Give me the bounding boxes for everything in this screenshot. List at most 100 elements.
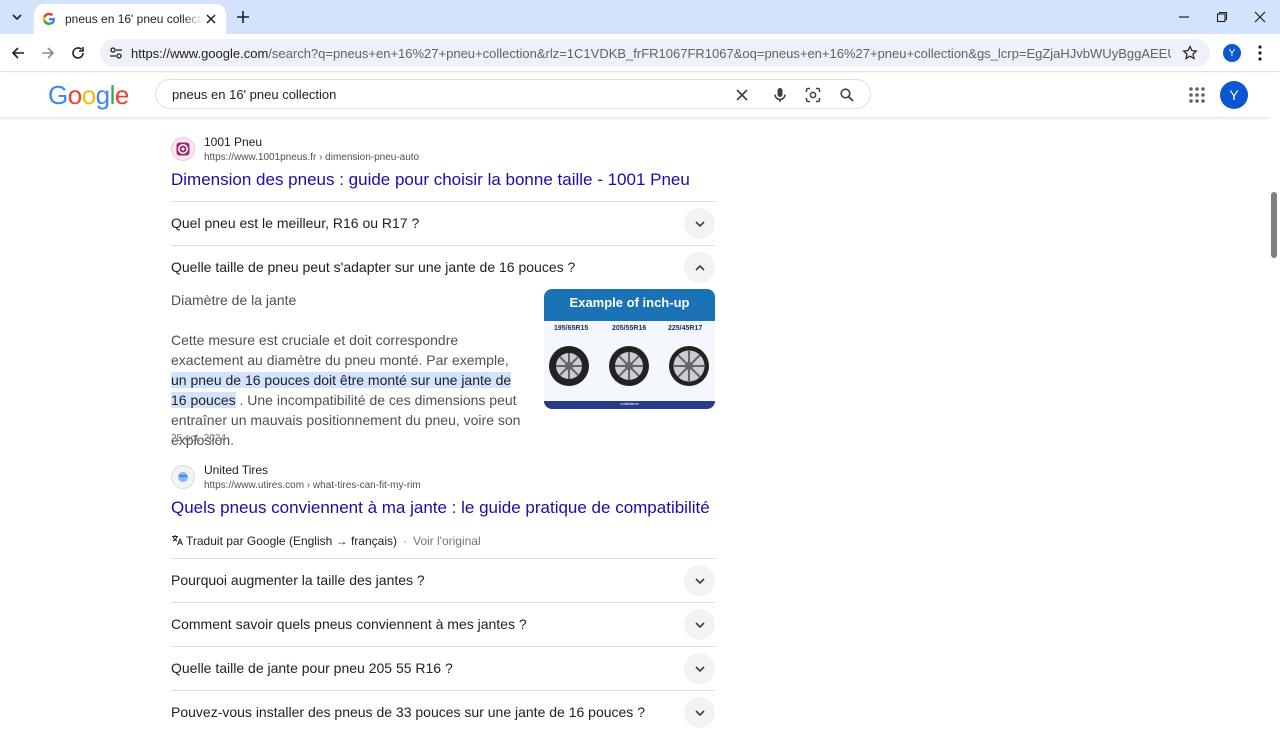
faq-item[interactable]: Comment savoir quels pneus conviennent à…: [171, 602, 715, 646]
site-settings-icon[interactable]: [108, 45, 124, 61]
faq-item[interactable]: Pouvez-vous installer des pneus de 33 po…: [171, 690, 715, 734]
result-source[interactable]: 1001 Pneu https://www.1001pneus.fr › dim…: [171, 135, 715, 171]
faq-toggle-button[interactable]: [684, 565, 715, 596]
chevron-down-icon: [694, 577, 705, 584]
google-apps-icon[interactable]: [1188, 86, 1206, 104]
site-favicon-icon: [171, 465, 195, 489]
scrollbar-thumb[interactable]: [1271, 192, 1277, 258]
browser-tab-active[interactable]: pneus en 16' pneu collection - Recherche…: [34, 4, 226, 34]
answer-text: Cette mesure est cruciale et doit corres…: [171, 332, 509, 368]
answer-thumbnail[interactable]: Example of inch-up 195/65R15 205/55R16 2…: [544, 289, 715, 409]
faq-item[interactable]: Quel pneu est le meilleur, R16 ou R17 ?: [171, 201, 715, 245]
chevron-down-icon: [694, 220, 705, 227]
arrow-right-icon: [42, 47, 55, 59]
close-icon: [206, 14, 216, 24]
logo-letter: e: [114, 80, 129, 110]
url-path: /search?q=pneus+en+16%27+pneu+collection…: [268, 46, 1171, 61]
plus-icon: [237, 11, 249, 23]
faq-item[interactable]: Pourquoi augmenter la taille des jantes …: [171, 558, 715, 602]
faq-item-expanded[interactable]: Quelle taille de pneu peut s'adapter sur…: [171, 245, 715, 289]
tab-close-button[interactable]: [202, 10, 220, 28]
tire-icon: [609, 346, 649, 386]
chevron-up-icon: [694, 264, 705, 271]
address-bar[interactable]: https://www.google.com/search?q=pneus+en…: [100, 39, 1210, 67]
faq-question: Pourquoi augmenter la taille des jantes …: [171, 572, 425, 588]
microphone-icon: [774, 88, 786, 102]
voice-search-button[interactable]: [771, 86, 789, 104]
url-text[interactable]: https://www.google.com/search?q=pneus+en…: [131, 46, 1171, 61]
tire-icon: [669, 346, 709, 386]
result-title-link[interactable]: Quels pneus conviennent à ma jante : le …: [171, 498, 710, 518]
thumbnail-size-label: 205/55R16: [612, 325, 647, 332]
result-source[interactable]: United Tires https://www.utires.com › wh…: [171, 463, 715, 499]
faq-question: Quelle taille de jante pour pneu 205 55 …: [171, 660, 453, 676]
faq-item[interactable]: Quelle taille de jante pour pneu 205 55 …: [171, 646, 715, 690]
faq-question: Quel pneu est le meilleur, R16 ou R17 ?: [171, 215, 420, 231]
google-logo[interactable]: Google: [48, 80, 129, 111]
minimize-button[interactable]: [1164, 0, 1204, 34]
translate-icon: [172, 535, 183, 546]
page-scrollbar[interactable]: [1268, 117, 1280, 720]
close-icon: [1254, 11, 1266, 23]
view-original-link[interactable]: Voir l'original: [413, 534, 481, 548]
google-favicon-icon: [42, 12, 55, 25]
browser-profile-button[interactable]: Y: [1223, 44, 1241, 62]
chevron-down-icon: [694, 709, 705, 716]
chevron-down-icon: [12, 14, 22, 21]
logo-letter: g: [95, 80, 110, 110]
url-host: https://www.google.com: [131, 46, 269, 61]
tire-favicon-icon: [176, 142, 190, 156]
globe-icon: [178, 472, 188, 482]
search-icon: [840, 88, 854, 102]
search-input[interactable]: pneus en 16' pneu collection: [172, 87, 336, 102]
tab-title: pneus en 16' pneu collection - Recherche…: [65, 12, 203, 26]
clear-search-button[interactable]: [733, 86, 751, 104]
faq-toggle-button[interactable]: [684, 609, 715, 640]
tire-icon: [549, 346, 589, 386]
thumbnail-footer: unitedtires: [620, 401, 639, 406]
result-title-link[interactable]: Dimension des pneus : guide pour choisir…: [171, 170, 690, 190]
site-name: United Tires: [204, 463, 269, 477]
translated-by-text: Traduit par Google (English → français): [186, 534, 397, 548]
search-box[interactable]: pneus en 16' pneu collection: [155, 79, 871, 109]
site-url: https://www.utires.com › what-tires-can-…: [204, 480, 421, 491]
thumbnail-title: Example of inch-up: [569, 295, 690, 310]
site-url: https://www.1001pneus.fr › dimension-pne…: [204, 152, 420, 163]
tires-illustration: [549, 346, 709, 386]
answer-date: 25 oct. 2024: [171, 433, 227, 444]
reload-button[interactable]: [66, 41, 90, 65]
faq-toggle-button[interactable]: [684, 252, 715, 283]
reload-icon: [72, 47, 84, 59]
faq-toggle-button[interactable]: [684, 653, 715, 684]
bookmark-star-icon[interactable]: [1182, 45, 1198, 61]
search-submit-button[interactable]: [838, 86, 856, 104]
faq-toggle-button[interactable]: [684, 697, 715, 728]
restore-button[interactable]: [1202, 0, 1242, 34]
new-tab-button[interactable]: [232, 6, 254, 28]
google-header: Google pneus en 16' pneu collection Y: [0, 73, 1280, 117]
thumbnail-size-label: 195/65R15: [554, 325, 589, 332]
more-vert-icon: [1258, 45, 1262, 61]
tab-search-button[interactable]: [6, 6, 28, 28]
separator-dot: ·: [402, 534, 407, 548]
chevron-down-icon: [694, 621, 705, 628]
translation-notice: Traduit par Google (English → français) ·…: [171, 534, 481, 548]
faq-question: Comment savoir quels pneus conviennent à…: [171, 616, 527, 632]
site-favicon-icon: [171, 137, 195, 161]
faq-toggle-button[interactable]: [684, 208, 715, 239]
window-close-button[interactable]: [1240, 0, 1280, 34]
browser-menu-button[interactable]: [1254, 43, 1266, 63]
close-icon: [736, 89, 748, 101]
google-account-avatar[interactable]: Y: [1220, 81, 1248, 109]
chevron-down-icon: [694, 665, 705, 672]
back-button[interactable]: [6, 41, 30, 65]
restore-icon: [1216, 11, 1228, 23]
faq-question: Pouvez-vous installer des pneus de 33 po…: [171, 704, 645, 720]
answer-heading: Diamètre de la jante: [171, 292, 297, 308]
forward-button[interactable]: [36, 41, 60, 65]
logo-letter: o: [81, 80, 96, 110]
tab-strip: pneus en 16' pneu collection - Recherche…: [0, 0, 1280, 34]
lens-search-button[interactable]: [804, 86, 822, 104]
minimize-icon: [1179, 16, 1189, 18]
arrow-left-icon: [11, 47, 24, 59]
